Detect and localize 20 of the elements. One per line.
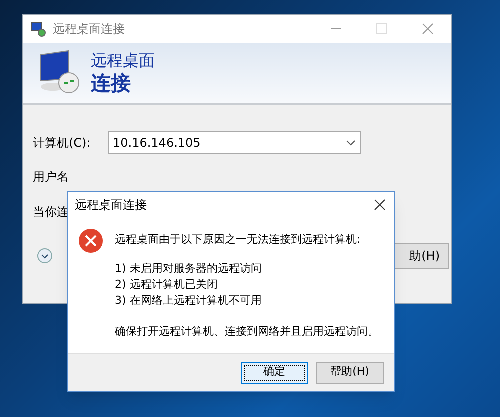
- error-message: 远程桌面由于以下原因之一无法连接到远程计算机:: [115, 232, 362, 248]
- advice-text: 确保打开远程计算机、连接到网络并且启用远程访问。: [115, 324, 379, 340]
- monitor-icon: [31, 21, 47, 37]
- window-title: 远程桌面连接: [53, 21, 125, 38]
- dialog-button[interactable]: 确定: [241, 362, 308, 384]
- chevron-down-icon: [346, 140, 356, 146]
- reason-text: 1) 未启用对服务器的远程访问: [115, 260, 263, 276]
- dialog-button[interactable]: 帮助(H): [316, 362, 384, 384]
- username-label: 用户名: [33, 169, 69, 186]
- dialog-title: 远程桌面连接: [75, 197, 147, 214]
- reason-text: 2) 远程计算机已关闭: [115, 276, 219, 292]
- computer-combobox[interactable]: 10.16.146.105: [108, 131, 361, 154]
- help-button[interactable]: 助(H): [393, 243, 449, 269]
- computer-label: 计算机(C):: [33, 134, 92, 152]
- close-icon[interactable]: [374, 199, 386, 211]
- error-icon: [78, 228, 104, 254]
- banner-title: 远程桌面: [91, 50, 155, 70]
- expand-icon[interactable]: [37, 248, 53, 264]
- banner-subtitle: 连接: [91, 70, 132, 96]
- reason-text: 3) 在网络上远程计算机不可用: [115, 292, 263, 308]
